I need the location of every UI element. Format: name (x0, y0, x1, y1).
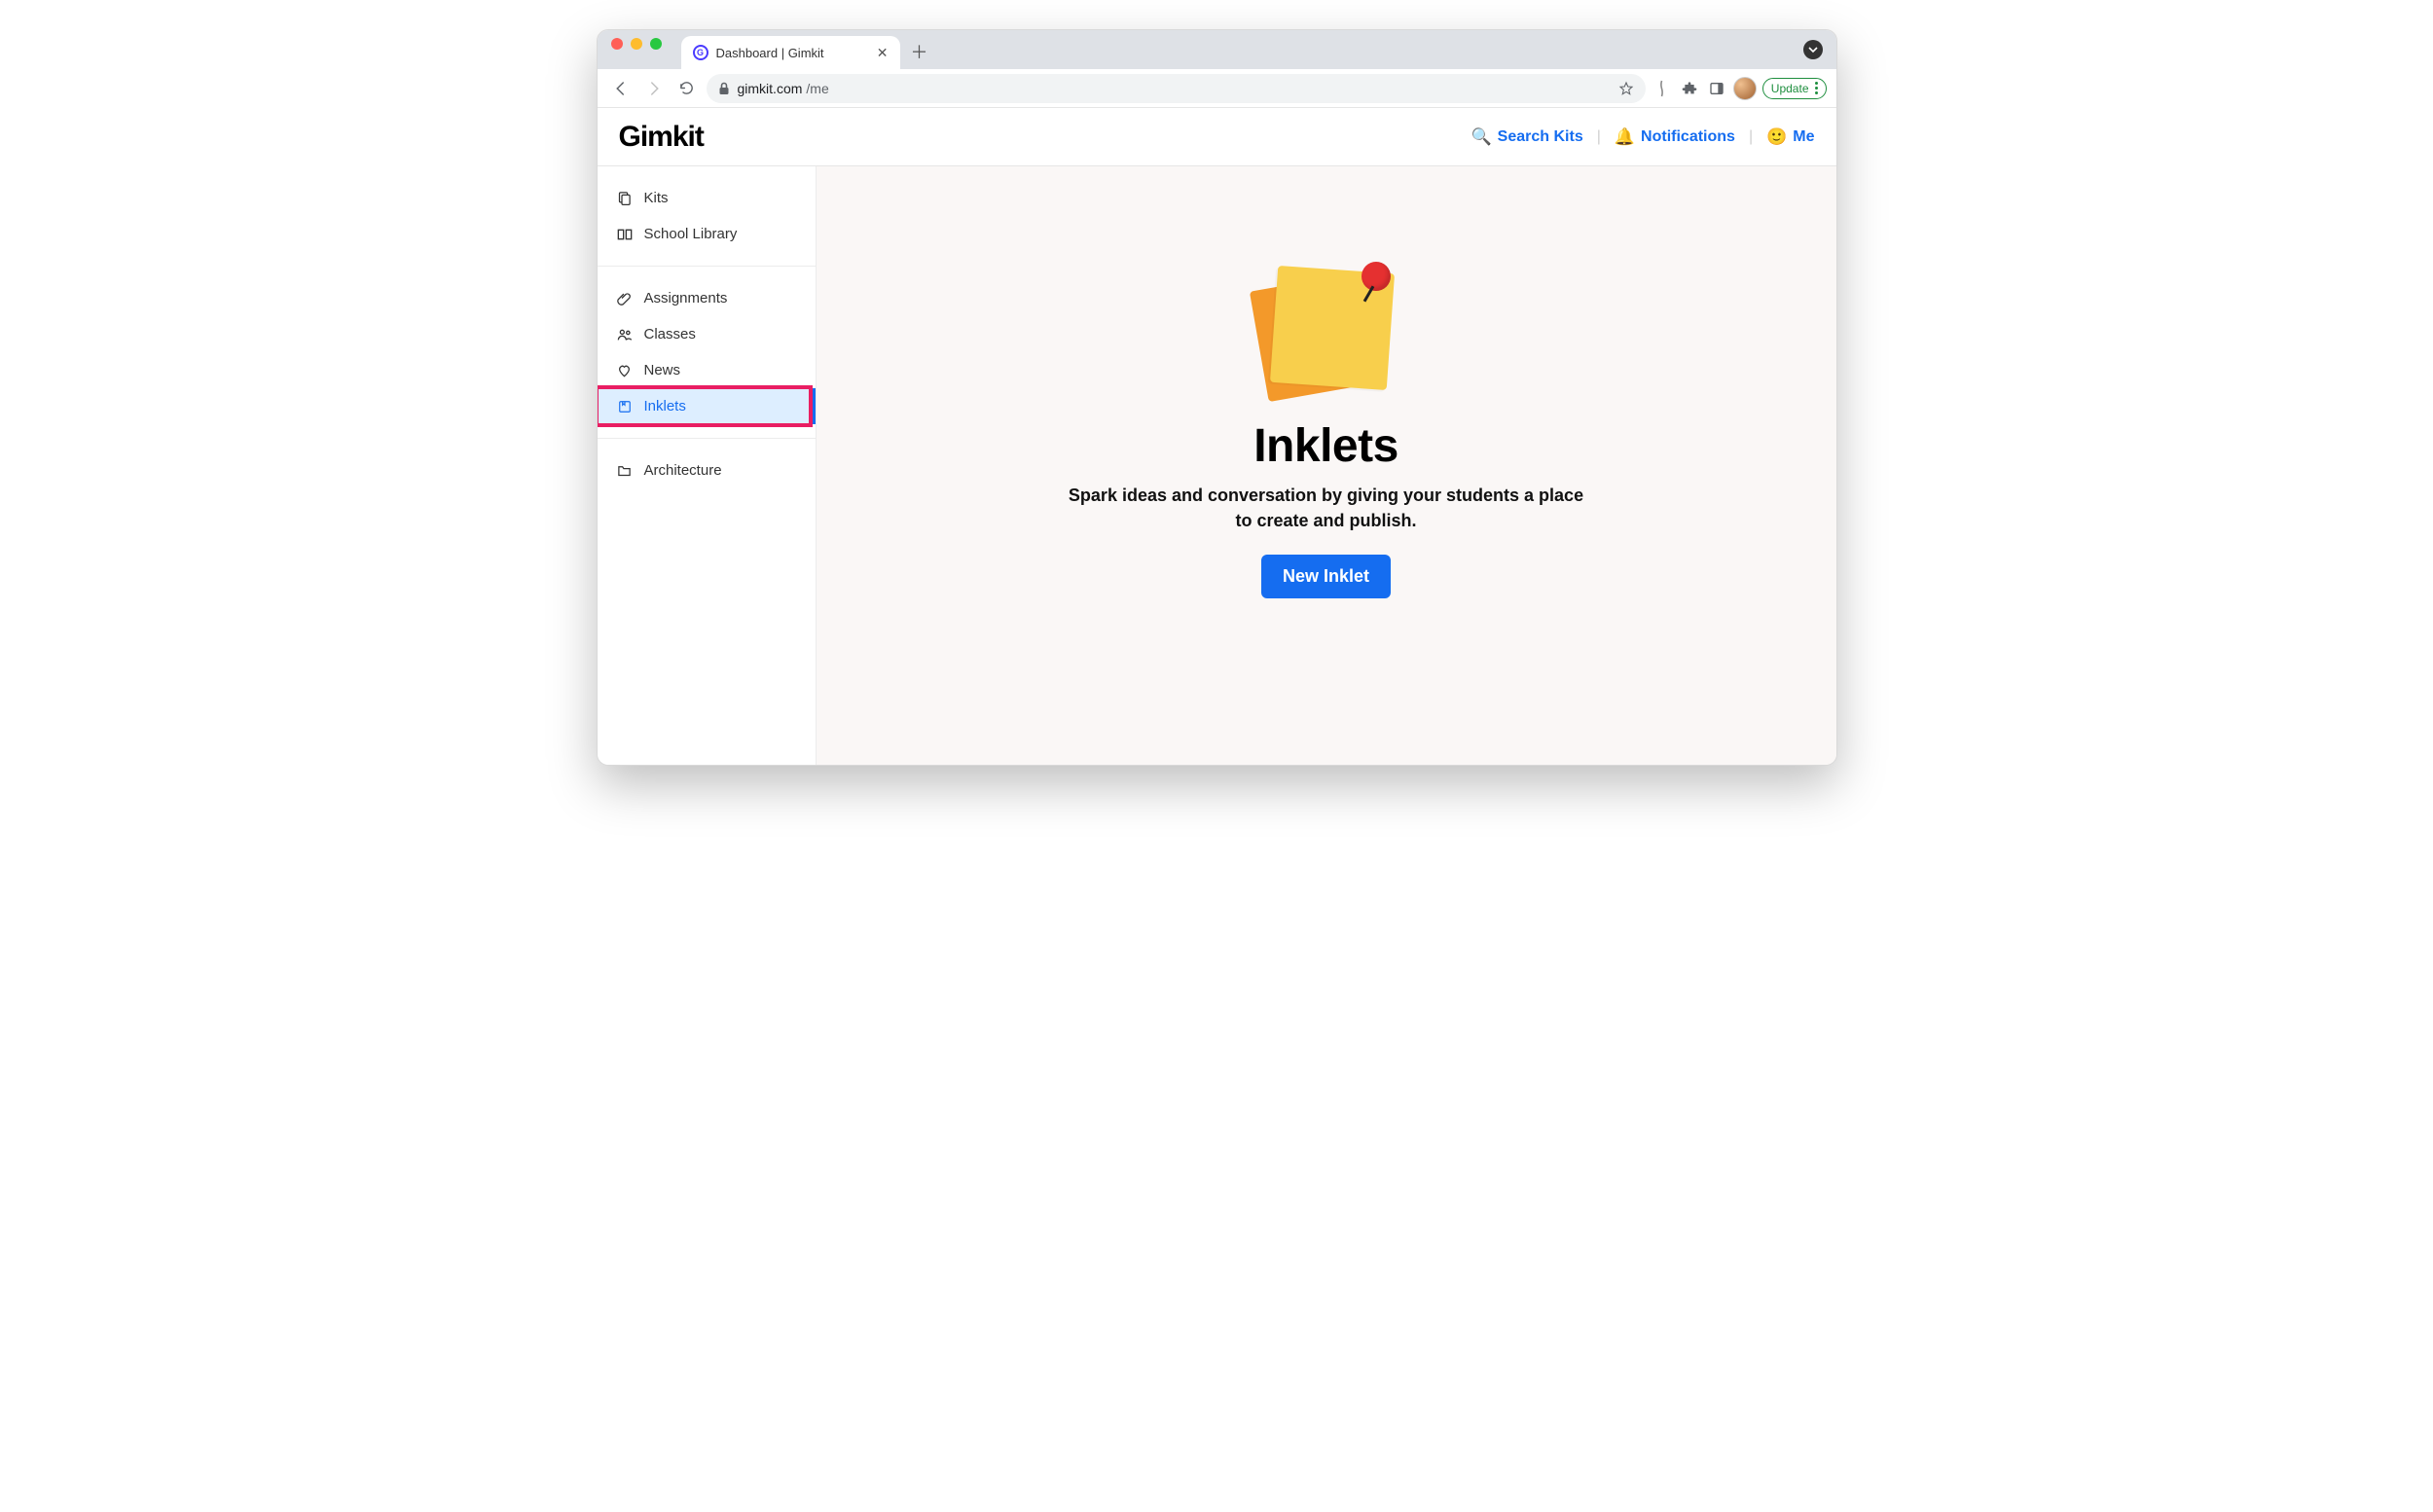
sidebar-item-label: Inklets (644, 398, 686, 414)
sidebar-item-news[interactable]: News (598, 352, 816, 388)
reload-button[interactable] (673, 75, 701, 102)
url-host: gimkit.com (738, 81, 803, 96)
sidebar-group-3: Architecture (598, 447, 816, 494)
sidebar-group-1: Kits School Library (598, 174, 816, 258)
sidebar-group-2: Assignments Classes News (598, 274, 816, 430)
inklet-icon (617, 400, 633, 414)
extension-icon-1[interactable] (1652, 80, 1673, 97)
sidebar-item-label: Classes (644, 326, 696, 342)
update-label: Update (1771, 82, 1809, 95)
header-actions: 🔍 Search Kits | 🔔 Notifications | 🙂 Me (1471, 127, 1815, 147)
new-inklet-button[interactable]: New Inklet (1261, 555, 1391, 598)
close-window-button[interactable] (611, 38, 623, 50)
sidebar-item-inklets[interactable]: Inklets (598, 388, 816, 424)
bookmark-star-icon[interactable] (1618, 81, 1634, 96)
bell-icon: 🔔 (1615, 127, 1635, 147)
me-link[interactable]: 🙂 Me (1766, 127, 1814, 147)
url-bar: gimkit.com/me Update (598, 69, 1836, 108)
sidebar-divider (598, 438, 816, 439)
kits-icon (617, 191, 633, 205)
sidebar-item-assignments[interactable]: Assignments (598, 280, 816, 316)
extensions-puzzle-icon[interactable] (1679, 81, 1700, 96)
url-path: /me (806, 81, 828, 96)
sidebar-item-label: News (644, 362, 681, 378)
sidebar-item-label: School Library (644, 226, 738, 242)
app-body: Kits School Library Assignments (598, 166, 1836, 765)
update-button[interactable]: Update (1762, 78, 1827, 99)
profile-avatar[interactable] (1733, 77, 1757, 100)
sidebar: Kits School Library Assignments (598, 166, 817, 765)
sidebar-item-label: Kits (644, 190, 669, 206)
maximize-window-button[interactable] (650, 38, 662, 50)
back-button[interactable] (607, 75, 635, 102)
sidebar-item-label: Architecture (644, 462, 722, 479)
sidebar-divider (598, 266, 816, 267)
library-icon (617, 228, 633, 241)
minimize-window-button[interactable] (631, 38, 642, 50)
app-header: Gimkit 🔍 Search Kits | 🔔 Notifications |… (598, 108, 1836, 166)
browser-window: G Dashboard | Gimkit ✕ ＋ gimkit.com/me (597, 29, 1837, 766)
window-controls (611, 30, 662, 69)
browser-tab[interactable]: G Dashboard | Gimkit ✕ (681, 36, 900, 69)
gimkit-favicon: G (693, 45, 708, 60)
close-tab-button[interactable]: ✕ (877, 45, 889, 61)
sidebar-item-kits[interactable]: Kits (598, 180, 816, 216)
sidebar-item-label: Assignments (644, 290, 728, 306)
pushpin-icon (1362, 262, 1391, 291)
sidebar-item-architecture[interactable]: Architecture (598, 452, 816, 488)
tab-title: Dashboard | Gimkit (716, 46, 824, 60)
main-content: Inklets Spark ideas and conversation by … (817, 166, 1836, 765)
forward-button[interactable] (640, 75, 668, 102)
sidebar-item-school-library[interactable]: School Library (598, 216, 816, 252)
gimkit-logo[interactable]: Gimkit (619, 121, 704, 154)
new-tab-button[interactable]: ＋ (906, 38, 933, 65)
titlebar: G Dashboard | Gimkit ✕ ＋ (598, 30, 1836, 69)
chrome-menu-icon (1815, 82, 1818, 94)
heart-icon (617, 364, 633, 378)
folder-icon (617, 464, 633, 477)
people-icon (617, 328, 633, 342)
clip-icon (617, 291, 633, 306)
search-icon: 🔍 (1471, 127, 1492, 147)
search-kits-link[interactable]: 🔍 Search Kits (1471, 127, 1583, 147)
page-title: Inklets (1253, 419, 1398, 473)
separator: | (1597, 128, 1601, 146)
page-subtitle: Spark ideas and conversation by giving y… (1064, 483, 1589, 533)
tab-search-button[interactable] (1803, 40, 1823, 59)
notifications-link[interactable]: 🔔 Notifications (1615, 127, 1735, 147)
panel-icon[interactable] (1706, 81, 1727, 96)
sticky-note-illustration (1249, 264, 1404, 400)
sidebar-item-classes[interactable]: Classes (598, 316, 816, 352)
notifications-label: Notifications (1641, 128, 1735, 146)
search-kits-label: Search Kits (1498, 128, 1583, 146)
address-bar[interactable]: gimkit.com/me (707, 74, 1646, 103)
smile-icon: 🙂 (1766, 127, 1787, 147)
me-label: Me (1793, 128, 1814, 146)
lock-icon (718, 82, 730, 95)
separator: | (1749, 128, 1753, 146)
